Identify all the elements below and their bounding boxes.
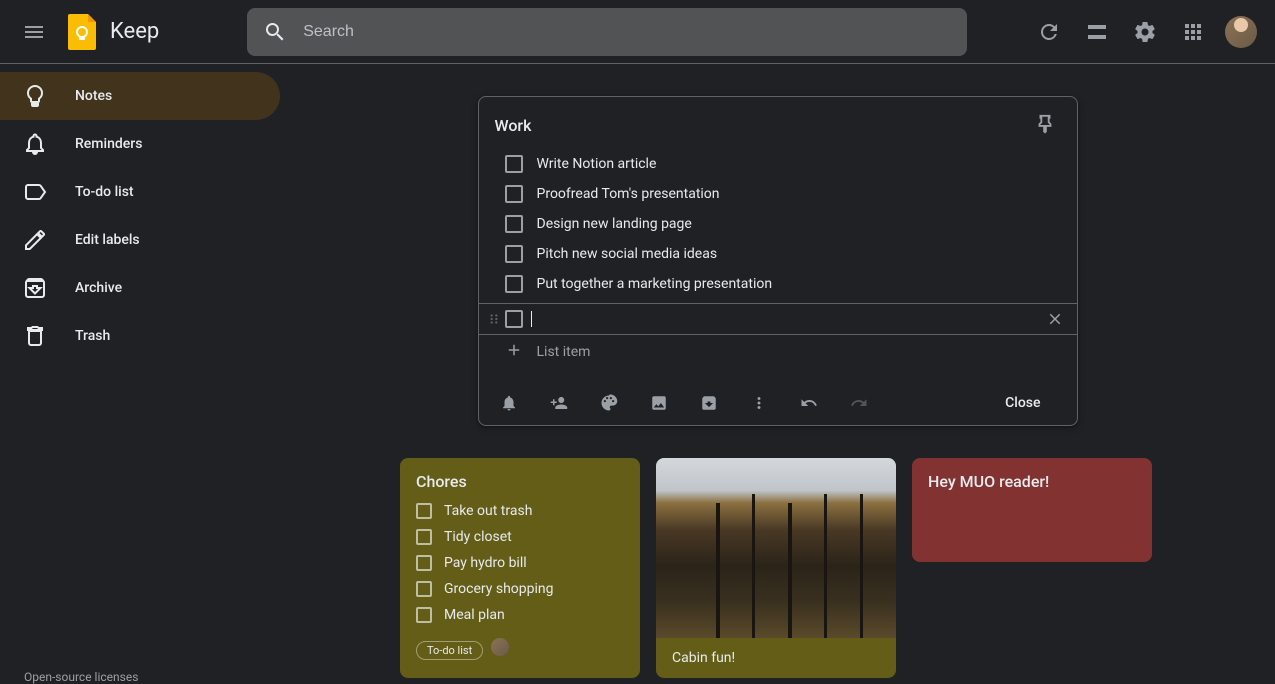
pin-button[interactable] [1029,109,1061,141]
note-checklist-item: Grocery shopping [416,581,624,597]
lightbulb-icon [23,84,47,108]
new-item-input[interactable] [531,311,1045,327]
collaborator-avatar [491,638,509,656]
sidebar-item-label: Trash [75,328,110,344]
archive-icon [23,276,47,300]
archive-button[interactable] [691,385,727,421]
notes-grid: Chores Take out trash Tidy closet Pay hy… [400,458,1275,678]
editor-checklist-item[interactable]: Proofread Tom's presentation [479,179,1077,209]
sidebar-item-label: Archive [75,280,122,296]
note-checklist-item: Tidy closet [416,529,624,545]
sidebar-footer[interactable]: Open-source licenses [24,670,138,684]
search-icon [263,20,287,44]
editor-checklist-item[interactable]: Write Notion article [479,149,1077,179]
menu-button[interactable] [10,8,58,56]
keep-logo [62,12,102,52]
editor-toolbar: Close [479,381,1077,425]
note-title: Chores [416,472,624,491]
collaborator-button[interactable] [541,385,577,421]
editor-checklist-item[interactable]: Put together a marketing presentation [479,269,1077,299]
checkbox-icon[interactable] [505,215,523,233]
color-button[interactable] [591,385,627,421]
note-checklist-item: Pay hydro bill [416,555,624,571]
note-card-chores[interactable]: Chores Take out trash Tidy closet Pay hy… [400,458,640,678]
bell-icon [23,132,47,156]
note-title: Hey MUO reader! [928,472,1136,491]
main-content: Work Write Notion article Proofread Tom'… [280,64,1275,684]
sidebar-item-label: To-do list [75,184,134,200]
user-avatar[interactable] [1225,16,1257,48]
note-editor: Work Write Notion article Proofread Tom'… [478,96,1078,426]
editor-new-item-row[interactable] [479,303,1077,335]
add-list-item[interactable]: List item [479,335,1077,369]
sidebar-item-reminders[interactable]: Reminders [0,120,280,168]
redo-button[interactable] [841,385,877,421]
remind-me-button[interactable] [491,385,527,421]
note-title: Cabin fun! [656,638,896,678]
note-checklist-item: Take out trash [416,503,624,519]
sidebar-item-archive[interactable]: Archive [0,264,280,312]
checkbox-icon[interactable] [505,155,523,173]
apps-button[interactable] [1169,8,1217,56]
more-button[interactable] [741,385,777,421]
checkbox-icon[interactable] [505,245,523,263]
editor-checklist-item[interactable]: Pitch new social media ideas [479,239,1077,269]
checkbox-icon[interactable] [505,310,523,328]
sidebar-item-edit-labels[interactable]: Edit labels [0,216,280,264]
app-title: Keep [110,19,159,44]
image-button[interactable] [641,385,677,421]
editor-checklist-item[interactable]: Design new landing page [479,209,1077,239]
sidebar-item-label: Edit labels [75,232,140,248]
note-card-cabin[interactable]: Cabin fun! [656,458,896,678]
sidebar-item-notes[interactable]: Notes [0,72,280,120]
plus-icon [505,341,523,363]
note-image [656,458,896,638]
sidebar-item-label: Reminders [75,136,142,152]
checkbox-icon[interactable] [505,185,523,203]
trash-icon [23,324,47,348]
note-card-muo[interactable]: Hey MUO reader! [912,458,1152,562]
clear-item-button[interactable] [1045,310,1065,328]
view-toggle-button[interactable] [1073,8,1121,56]
header: Keep [0,0,1275,64]
search-bar[interactable] [247,8,967,56]
note-checklist-item: Meal plan [416,607,624,623]
header-actions [1025,8,1265,56]
label-icon [23,180,47,204]
note-label-chip[interactable]: To-do list [416,641,483,660]
settings-button[interactable] [1121,8,1169,56]
sidebar: Notes Reminders To-do list Edit labels A… [0,64,280,684]
undo-button[interactable] [791,385,827,421]
drag-handle-icon[interactable] [485,312,503,326]
sidebar-item-label: Notes [75,88,112,104]
pencil-icon [23,228,47,252]
refresh-button[interactable] [1025,8,1073,56]
close-button[interactable]: Close [981,387,1064,419]
sidebar-item-trash[interactable]: Trash [0,312,280,360]
checkbox-icon[interactable] [505,275,523,293]
search-input[interactable] [303,23,951,41]
editor-title[interactable]: Work [495,116,1029,135]
sidebar-item-todo[interactable]: To-do list [0,168,280,216]
